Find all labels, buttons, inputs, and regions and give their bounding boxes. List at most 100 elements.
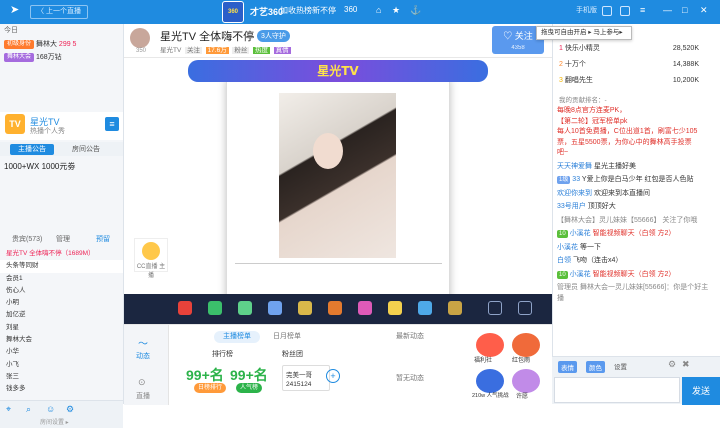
flower-icon[interactable] (208, 301, 222, 315)
back-button[interactable]: 〈 上一个直播 (30, 5, 88, 19)
tab-reserved[interactable]: 预留 (96, 234, 110, 244)
emoji-button[interactable]: 表情 (558, 361, 577, 373)
tab-anchor-notice[interactable]: 主播公告 (10, 144, 54, 155)
rank-row-2[interactable]: 2 十万个 14,388K (559, 58, 715, 71)
trash-icon[interactable]: ✖ (682, 359, 690, 370)
pointer-cursor-icon: ➤ (10, 4, 20, 16)
room-settings-link[interactable]: 房间设置 ▸ (40, 417, 69, 426)
minimize-button[interactable]: — (663, 5, 672, 15)
pop-rank-value: 99+名 (230, 367, 268, 383)
star-icon[interactable]: ★ (392, 5, 400, 16)
dynamic-icon[interactable]: 〜 (138, 335, 148, 350)
top-row-1[interactable]: 初级身份 舞林大 299 5 (0, 38, 123, 51)
gift-box-icon[interactable] (418, 301, 432, 315)
vip-link[interactable]: 360 (344, 5, 357, 14)
list-item[interactable]: 头条等同财 (0, 260, 123, 273)
list-item[interactable]: 加亿逆 (0, 309, 123, 321)
list-item[interactable]: 小飞 (0, 359, 123, 371)
grid-icon[interactable] (602, 6, 612, 16)
home-icon[interactable]: ⌂ (376, 5, 381, 15)
rocket-icon[interactable] (298, 301, 312, 315)
color-button[interactable]: 颜色 (586, 361, 605, 373)
gear-icon[interactable]: ⚙ (668, 359, 676, 370)
anchor-avatar[interactable] (130, 28, 150, 48)
channel-menu-icon[interactable]: ≡ (105, 117, 119, 131)
live-icon[interactable]: ⊙ (138, 377, 146, 388)
channel-card: TV 星光TV 热播个人秀 ≡ (0, 112, 123, 140)
close-button[interactable]: ✕ (700, 5, 708, 16)
tab-admins[interactable]: 管理 (56, 234, 70, 244)
balloon-icon[interactable] (358, 301, 372, 315)
rank-row-3[interactable]: 3 翻唱先生 10,200K (559, 74, 715, 87)
chat-input[interactable] (554, 377, 680, 403)
treasure-icon[interactable] (448, 301, 462, 315)
viewer-count: 350 (136, 48, 147, 54)
rank-row-1[interactable]: 1 快乐小精灵 28,520K (559, 42, 715, 55)
room-header: 350 星光TV 全体嗨不停 3人守护 星光TV 关注 17.6万 粉丝 热度 … (124, 24, 552, 58)
announcement-text: 1000+WX 1000元劵 (4, 162, 76, 171)
rail-dynamic[interactable]: 动态 (136, 351, 150, 361)
rail-live[interactable]: 直播 (136, 391, 150, 401)
list-item[interactable]: 舞林大会 (0, 334, 123, 346)
chat-messages: 每晚8点官方连麦PK， 【第二轮】冠军榜单pk 每人10首免费播，C位出道1首，… (557, 106, 715, 307)
location-icon[interactable]: ⌖ (6, 404, 11, 415)
welfare-icon[interactable] (476, 333, 504, 357)
room-banner: 星光TV (188, 60, 488, 82)
channel-avatar[interactable]: TV (5, 114, 25, 134)
chat-message: 10 小溪花 智能视频聊天（白领 方2） (557, 270, 676, 279)
list-item[interactable]: 伤心人 (0, 285, 123, 297)
list-item[interactable]: 会员1 (0, 273, 123, 285)
chat-settings-button[interactable]: 设置 (614, 361, 627, 371)
chat-message: 1级 33 Y爱上你是白马少年 红包是否人色贴 (557, 176, 694, 184)
list-item[interactable]: 钱多多 (0, 383, 123, 395)
chat-message: 天天神爱舞 星光主播好美 (557, 162, 636, 170)
divider (235, 263, 442, 264)
tab-month-rank[interactable]: 日月榜单 (264, 331, 310, 343)
list-item[interactable]: 小华 (0, 346, 123, 358)
video-stage: 星光TV CC直播 主播 (124, 58, 552, 318)
wish-icon[interactable] (512, 369, 540, 393)
brush-icon[interactable] (268, 301, 282, 315)
red-rain-icon[interactable] (512, 333, 540, 357)
day-rank-value: 99+名 (186, 367, 224, 383)
chat-message: 小溪花 等一下 (557, 243, 601, 251)
box-icon[interactable] (518, 301, 532, 315)
float-tooltip[interactable]: 拖曳可自由开启 ▸ 马上参与▸ (536, 26, 632, 40)
top-row-2[interactable]: 舞林大会 168万钻 (0, 51, 123, 64)
add-fans-icon[interactable]: + (326, 369, 340, 383)
nav-hotlist[interactable]: 加收热榜新不停 (280, 5, 336, 16)
list-item[interactable]: 刘星 (0, 322, 123, 334)
sparkle-icon[interactable] (388, 301, 402, 315)
no-dynamic-text: 暂无动态 (396, 375, 424, 382)
tab-room-notice[interactable]: 房间公告 (64, 144, 108, 155)
fans-label: 粉丝团 (282, 351, 303, 358)
search-icon[interactable]: ⌕ (26, 404, 31, 415)
scroll-icon[interactable] (488, 301, 502, 315)
center-panel: 350 星光TV 全体嗨不停 3人守护 星光TV 关注 17.6万 粉丝 热度 … (124, 24, 552, 405)
chat-message: 欢迎你来到 欢迎来到本直播间 (557, 189, 650, 197)
list-item[interactable]: 星光TV 全体嗨不停（1689M） (0, 248, 123, 260)
tab-anchor-rank[interactable]: 主播榜单 (214, 331, 260, 343)
challenge-icon[interactable] (476, 369, 504, 393)
fans-card[interactable]: 完美一哥 2415124 (282, 365, 330, 391)
user-icon[interactable]: ☺ (46, 404, 55, 414)
room-meta: 星光TV 关注 17.6万 粉丝 热度 真情 (160, 47, 291, 54)
anchor-icon[interactable]: ⚓ (410, 5, 421, 16)
menu-icon[interactable]: ≡ (640, 5, 645, 15)
right-panel: 1 快乐小精灵 28,520K 2 十万个 14,388K 3 翻唱先生 10,200… (552, 24, 720, 404)
video-frame[interactable] (226, 78, 450, 308)
skin-icon[interactable] (620, 6, 630, 16)
list-item[interactable]: 张三 (0, 371, 123, 383)
clover-icon[interactable] (238, 301, 252, 315)
mobile-link[interactable]: 手机版 (576, 5, 597, 15)
list-item[interactable]: 小明 (0, 297, 123, 309)
send-button[interactable]: 发送 (682, 377, 720, 405)
settings-icon[interactable]: ⚙ (66, 404, 74, 415)
app-logo-icon: 360 (222, 1, 244, 23)
guard-badge[interactable]: 3人守护 (257, 30, 290, 42)
tab-guests[interactable]: 贵宾(573) (12, 234, 42, 244)
firework-icon[interactable] (328, 301, 342, 315)
red-envelope-icon[interactable] (178, 301, 192, 315)
maximize-button[interactable]: □ (682, 5, 687, 15)
cc-badge[interactable]: CC直播 主播 (134, 238, 168, 279)
